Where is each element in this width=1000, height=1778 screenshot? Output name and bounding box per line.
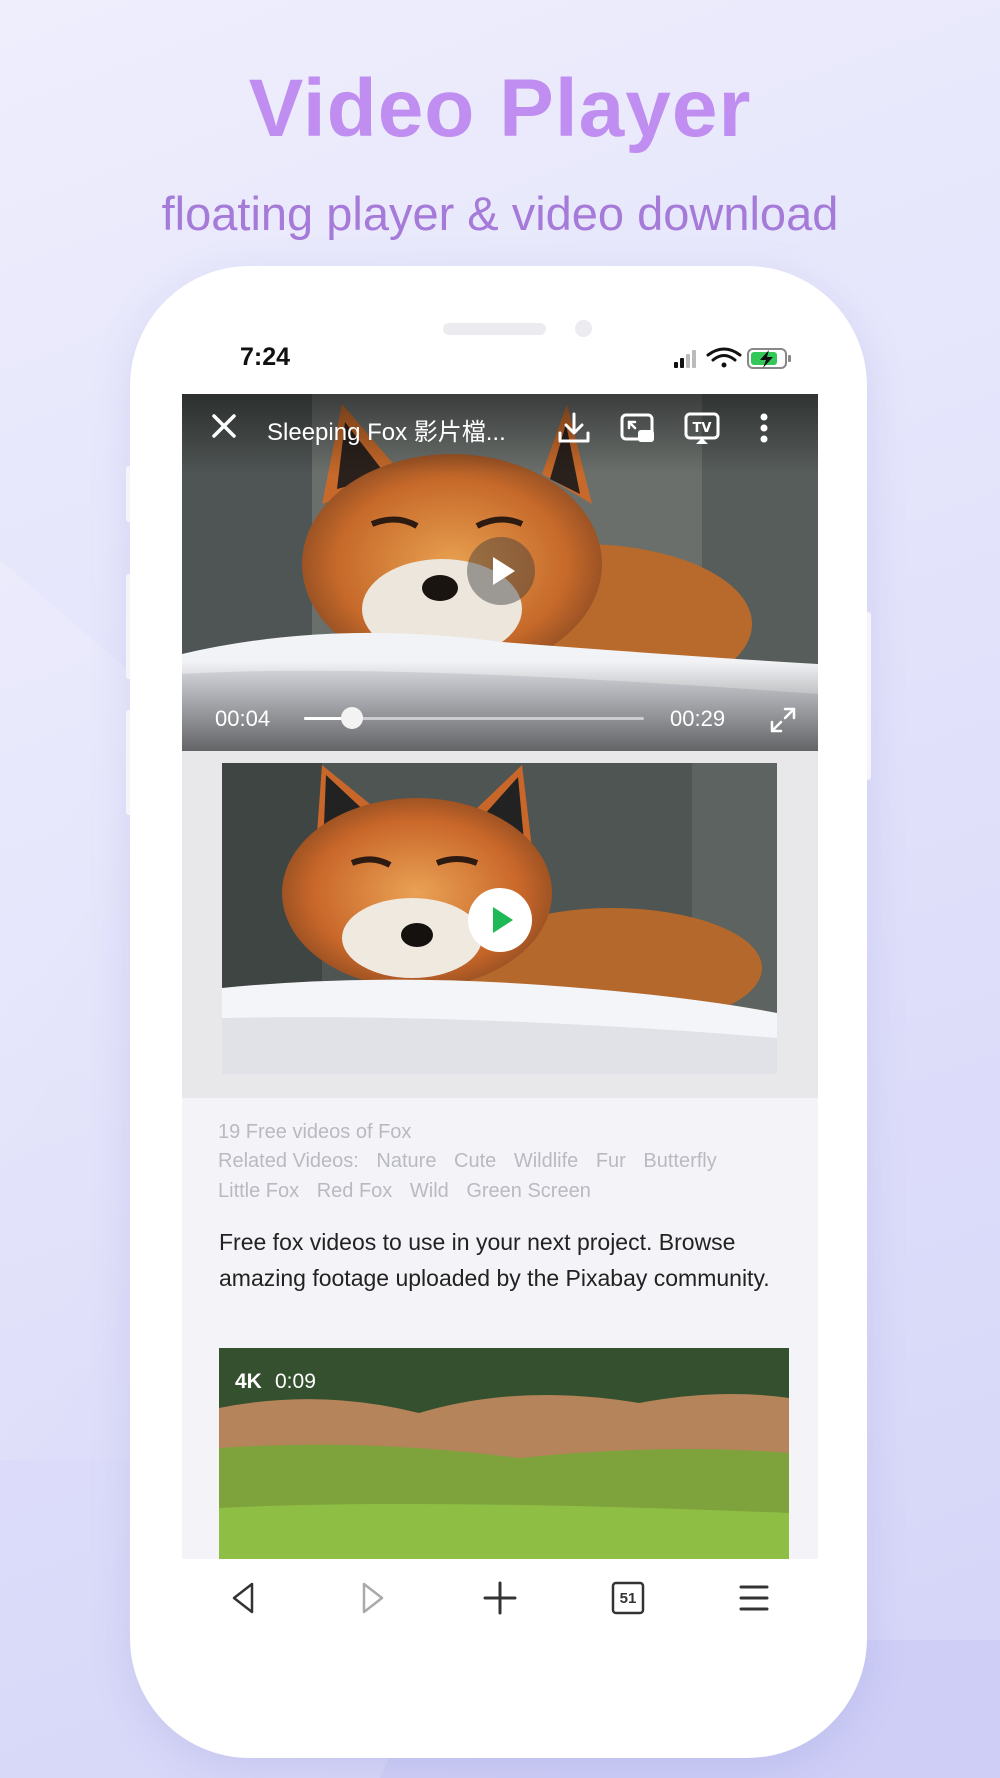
phone-speaker: [443, 323, 546, 335]
related-tag[interactable]: Butterfly: [643, 1150, 716, 1172]
total-time: 00:29: [670, 706, 726, 731]
video-player[interactable]: Sleeping Fox 影片檔... TV 00:04 00:29: [182, 394, 818, 751]
tabs-button[interactable]: 51: [607, 1577, 649, 1619]
promo-title: Video Player: [248, 63, 752, 154]
download-icon[interactable]: [554, 408, 594, 448]
forward-icon[interactable]: [350, 1577, 392, 1619]
related-tag[interactable]: Cute: [454, 1150, 496, 1172]
floating-window-icon[interactable]: [618, 408, 658, 448]
video-result-card[interactable]: 4K 0:09: [219, 1348, 789, 1559]
related-tag[interactable]: Green Screen: [466, 1180, 591, 1202]
player-title: Sleeping Fox 影片檔...: [267, 419, 506, 446]
battery-charging-icon: [747, 348, 791, 369]
page-description: Free fox videos to use in your next proj…: [219, 1229, 770, 1291]
seek-handle[interactable]: [340, 707, 363, 729]
svg-text:TV: TV: [693, 421, 712, 436]
back-icon[interactable]: [224, 1577, 266, 1619]
related-tag[interactable]: Fur: [596, 1150, 626, 1172]
bottom-nav-bar: 51: [182, 1559, 818, 1637]
tv-cast-icon[interactable]: TV: [682, 408, 722, 448]
quality-badge: 4K: [235, 1370, 262, 1393]
page-info: 19 Free videos of Fox Related Videos: Na…: [218, 1118, 798, 1206]
related-tag[interactable]: Wild: [410, 1180, 449, 1202]
wifi-icon: [706, 347, 742, 368]
phone-camera: [575, 320, 592, 337]
play-icon: [493, 907, 513, 933]
current-time: 00:04: [215, 706, 271, 731]
browser-screen: Sleeping Fox 影片檔... TV 00:04 00:29 19 Fr…: [182, 394, 818, 1559]
promo-subtitle: floating player & video download: [161, 187, 839, 240]
related-videos: Related Videos: Nature Cute Wildlife Fur…: [218, 1146, 798, 1206]
status-icons: [674, 347, 791, 369]
related-tag[interactable]: Red Fox: [317, 1180, 393, 1202]
video-thumbnail[interactable]: [222, 763, 777, 1074]
thumbnail-play-button[interactable]: [468, 888, 532, 952]
menu-icon[interactable]: [733, 1577, 775, 1619]
video-thumbnail-card: [182, 751, 818, 1098]
close-icon[interactable]: [208, 410, 240, 442]
play-icon: [493, 557, 515, 585]
tab-count: 51: [619, 1589, 637, 1607]
related-tag[interactable]: Nature: [376, 1150, 436, 1172]
video-count: 19 Free videos of Fox: [218, 1121, 412, 1143]
status-time: 7:24: [240, 343, 291, 371]
fullscreen-icon[interactable]: [768, 705, 798, 735]
related-tag[interactable]: Little Fox: [218, 1180, 299, 1202]
more-vert-icon[interactable]: [744, 408, 784, 448]
new-tab-icon[interactable]: [479, 1577, 521, 1619]
video-duration: 0:09: [275, 1370, 316, 1393]
signal-icon: [674, 350, 696, 368]
related-tag[interactable]: Wildlife: [514, 1150, 578, 1172]
related-label: Related Videos:: [218, 1150, 359, 1172]
play-button[interactable]: [467, 537, 535, 605]
